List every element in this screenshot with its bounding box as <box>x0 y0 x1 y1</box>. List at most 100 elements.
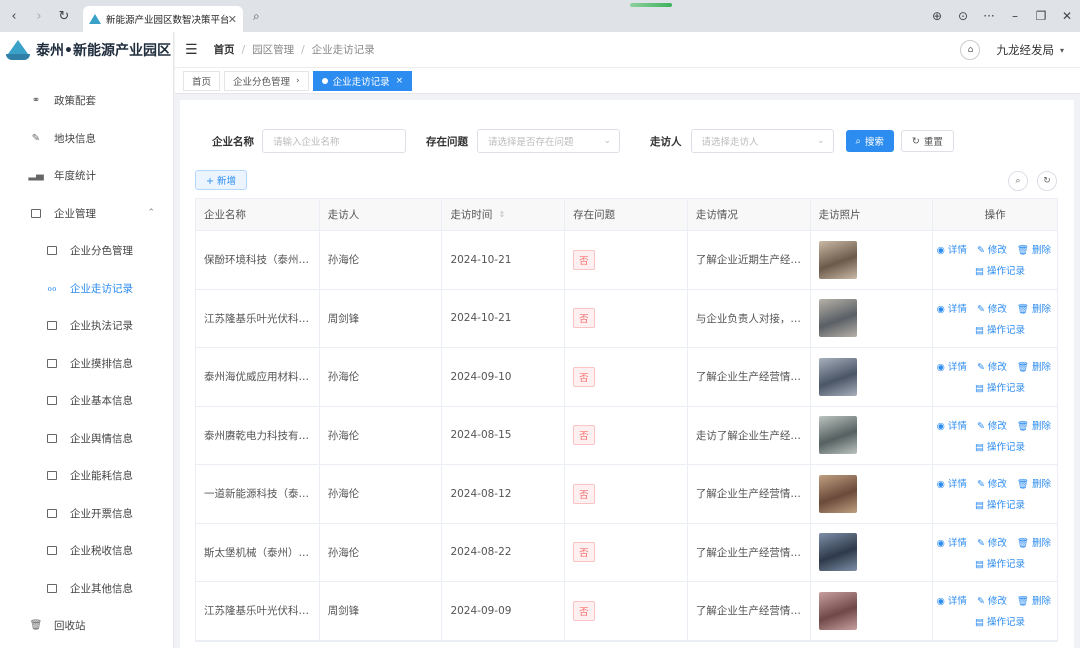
restore-icon[interactable]: ❐ <box>1028 9 1054 23</box>
table-row: 斯太堡机械（泰州）… 孙海伦 2024-08-22 否 了解企业生产经营情… ◉… <box>196 523 1057 582</box>
detail-button[interactable]: ◉ 详情 <box>937 535 967 549</box>
edit-button[interactable]: ✎ 修改 <box>977 418 1007 432</box>
detail-button[interactable]: ◉ 详情 <box>937 476 967 490</box>
delete-button[interactable]: 🗑 删除 <box>1017 359 1051 373</box>
operation-log-button[interactable]: ▤ 操作记录 <box>975 614 1025 628</box>
breadcrumb-park-mgmt[interactable]: 园区管理 <box>252 42 294 57</box>
cell-situation: 了解企业生产经营情… <box>688 523 811 581</box>
sidebar-item-color-mgmt[interactable]: 企业分色管理 <box>0 232 173 270</box>
sidebar-item-other-info[interactable]: 企业其他信息 <box>0 570 173 608</box>
cell-visit-time: 2024-08-22 <box>442 523 566 581</box>
edit-button[interactable]: ✎ 修改 <box>977 535 1007 549</box>
edit-button[interactable]: ✎ 修改 <box>977 359 1007 373</box>
delete-button[interactable]: 🗑 删除 <box>1017 476 1051 490</box>
operation-log-button[interactable]: ▤ 操作记录 <box>975 556 1025 570</box>
close-tab-icon[interactable]: ✕ <box>228 13 237 26</box>
status-badge: 否 <box>573 308 595 329</box>
edit-button[interactable]: ✎ 修改 <box>977 301 1007 315</box>
delete-button[interactable]: 🗑 删除 <box>1017 535 1051 549</box>
close-window-icon[interactable]: ✕ <box>1054 9 1080 23</box>
company-name-input[interactable]: 请输入企业名称 <box>262 129 406 153</box>
delete-button[interactable]: 🗑 删除 <box>1017 418 1051 432</box>
chevron-down-icon[interactable]: ▾ <box>1060 46 1064 55</box>
more-icon[interactable]: ··· <box>976 9 1002 23</box>
tag-close-icon[interactable]: × <box>396 76 404 86</box>
tag-visit-records[interactable]: 企业走访记录 × <box>312 70 413 91</box>
notification-icon[interactable]: ⌂ <box>960 40 981 60</box>
detail-button[interactable]: ◉ 详情 <box>937 242 967 256</box>
forward-icon[interactable]: › <box>28 5 50 27</box>
detail-button[interactable]: ◉ 详情 <box>937 418 967 432</box>
download-icon[interactable]: ⊕ <box>924 9 950 23</box>
sidebar-group-enterprise[interactable]: 企业管理 ⌃ <box>0 195 173 233</box>
cell-actions: ◉ 详情 ✎ 修改 🗑 删除 ▤ 操作记录 <box>933 290 1057 348</box>
browser-tab[interactable]: 新能源产业园区数智决策平台 ✕ <box>83 6 243 32</box>
tag-home[interactable]: 首页 <box>183 70 221 91</box>
refresh-table-icon[interactable]: ↻ <box>1037 171 1057 191</box>
sidebar-item-survey[interactable]: 企业摸排信息 <box>0 345 173 383</box>
visit-photo[interactable] <box>818 533 857 572</box>
user-name[interactable]: 九龙经发局 <box>996 42 1054 58</box>
operation-log-button[interactable]: ▤ 操作记录 <box>975 322 1025 336</box>
sort-icon[interactable]: ⇕ <box>498 210 505 219</box>
problem-select[interactable]: 请选择是否存在问题 ⌄ <box>477 129 620 153</box>
visit-photo[interactable] <box>818 591 857 630</box>
detail-button[interactable]: ◉ 详情 <box>937 359 967 373</box>
filter-bar: 企业名称 请输入企业名称 存在问题 请选择是否存在问题 ⌄ 走访人 请选择走访人… <box>180 128 1074 154</box>
sidebar-item-public-opinion[interactable]: 企业舆情信息 <box>0 420 173 458</box>
sidebar-item-annual-stats[interactable]: ▂▄ 年度统计 <box>0 157 173 195</box>
operation-log-button[interactable]: ▤ 操作记录 <box>975 497 1025 511</box>
operation-log-button[interactable]: ▤ 操作记录 <box>975 439 1025 453</box>
breadcrumb: 首页 / 园区管理 / 企业走访记录 <box>213 42 375 57</box>
app-logo[interactable]: 泰州•新能源产业园区 <box>0 32 173 68</box>
globe-icon[interactable]: ⊙ <box>950 9 976 23</box>
sidebar-item-label: 企业舆情信息 <box>70 432 133 445</box>
visit-photo[interactable] <box>818 474 857 513</box>
cell-actions: ◉ 详情 ✎ 修改 🗑 删除 ▤ 操作记录 <box>933 582 1057 640</box>
sidebar-item-energy[interactable]: 企业能耗信息 <box>0 457 173 495</box>
visitor-select[interactable]: 请选择走访人 ⌄ <box>690 129 834 153</box>
delete-button[interactable]: 🗑 删除 <box>1017 242 1051 256</box>
visit-photo[interactable] <box>818 357 857 396</box>
minimize-icon[interactable]: – <box>1002 9 1028 23</box>
toggle-search-icon[interactable]: ⌕ <box>1008 171 1028 191</box>
delete-button[interactable]: 🗑 删除 <box>1017 301 1051 315</box>
edit-button[interactable]: ✎ 修改 <box>977 242 1007 256</box>
sidebar-item-basic-info[interactable]: 企业基本信息 <box>0 382 173 420</box>
back-icon[interactable]: ‹ <box>3 5 25 27</box>
menu-toggle-icon[interactable]: ☰ <box>185 42 198 58</box>
detail-button[interactable]: ◉ 详情 <box>937 593 967 607</box>
trash-icon: 🗑 <box>29 620 43 632</box>
sidebar-item-invoicing[interactable]: 企业开票信息 <box>0 495 173 533</box>
search-button[interactable]: ⌕ 搜索 <box>845 130 894 152</box>
document-icon <box>46 245 58 257</box>
breadcrumb-home[interactable]: 首页 <box>214 42 235 57</box>
tag-color-mgmt[interactable]: 企业分色管理 › <box>224 70 309 91</box>
edit-button[interactable]: ✎ 修改 <box>977 593 1007 607</box>
reset-button[interactable]: ↻ 重置 <box>900 130 954 152</box>
sidebar-item-land[interactable]: ✎ 地块信息 <box>0 120 173 158</box>
sidebar-item-tax[interactable]: 企业税收信息 <box>0 532 173 570</box>
cell-problem: 否 <box>565 348 688 406</box>
visit-photo[interactable] <box>818 299 857 338</box>
sidebar-item-recycle-bin[interactable]: 🗑 回收站 <box>0 607 173 645</box>
add-button[interactable]: + 新增 <box>195 170 247 190</box>
col-photo: 走访照片 <box>811 199 934 230</box>
operation-log-button[interactable]: ▤ 操作记录 <box>975 263 1025 277</box>
visit-photo[interactable] <box>818 416 857 455</box>
tag-close-icon[interactable]: › <box>296 76 300 86</box>
edit-button[interactable]: ✎ 修改 <box>977 476 1007 490</box>
search-tab-icon[interactable]: ⌕ <box>253 9 260 24</box>
sidebar-item-label: 企业开票信息 <box>70 507 133 520</box>
sidebar-item-visit-records[interactable]: ℴℴ 企业走访记录 <box>0 270 173 308</box>
reload-icon[interactable]: ↻ <box>53 5 75 27</box>
delete-button[interactable]: 🗑 删除 <box>1017 593 1051 607</box>
edit-doc-icon <box>46 320 58 332</box>
visit-photo[interactable] <box>818 240 857 279</box>
detail-button[interactable]: ◉ 详情 <box>937 301 967 315</box>
sidebar-item-policy[interactable]: ⚭ 政策配套 <box>0 82 173 120</box>
col-visit-time[interactable]: 走访时间 ⇕ <box>442 199 566 230</box>
col-visitor: 走访人 <box>320 199 443 230</box>
sidebar-item-enforcement[interactable]: 企业执法记录 <box>0 307 173 345</box>
operation-log-button[interactable]: ▤ 操作记录 <box>975 380 1025 394</box>
